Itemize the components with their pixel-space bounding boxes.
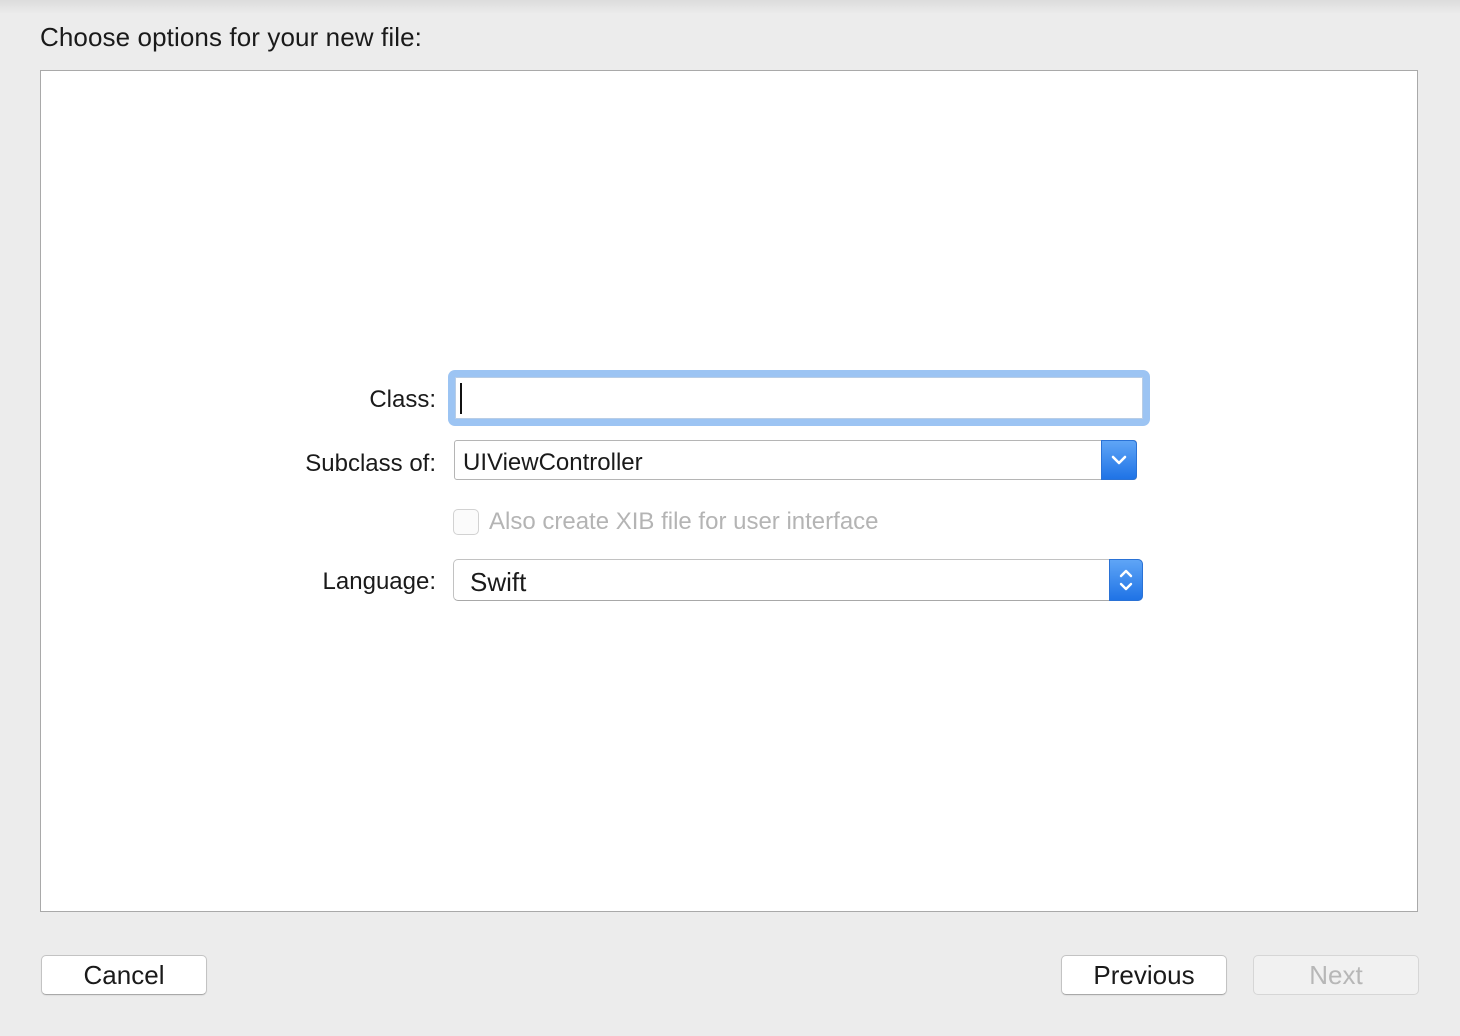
next-button[interactable]: Next — [1253, 955, 1419, 995]
subclass-value[interactable]: UIViewController — [463, 449, 643, 477]
language-value: Swift — [470, 567, 527, 597]
up-down-chevron-icon — [1119, 569, 1133, 591]
language-label: Language: — [322, 568, 436, 595]
subclass-combo-box[interactable]: UIViewController — [454, 440, 1137, 480]
text-caret — [460, 383, 462, 414]
page-title: Choose options for your new file: — [40, 22, 422, 52]
language-popup-arrows[interactable] — [1109, 559, 1143, 601]
cancel-button[interactable]: Cancel — [41, 955, 207, 995]
previous-button[interactable]: Previous — [1061, 955, 1227, 995]
class-input[interactable] — [455, 377, 1143, 419]
new-file-options-sheet: Choose options for your new file: Class:… — [0, 0, 1460, 1036]
subclass-dropdown-button[interactable] — [1101, 440, 1137, 480]
language-popup-button[interactable]: Swift — [453, 559, 1143, 601]
xib-checkbox[interactable] — [453, 509, 479, 535]
class-label: Class: — [369, 386, 436, 413]
subclass-label: Subclass of: — [305, 450, 436, 477]
xib-checkbox-label: Also create XIB file for user interface — [489, 508, 879, 535]
options-panel — [40, 70, 1418, 912]
chevron-down-icon — [1111, 455, 1127, 465]
